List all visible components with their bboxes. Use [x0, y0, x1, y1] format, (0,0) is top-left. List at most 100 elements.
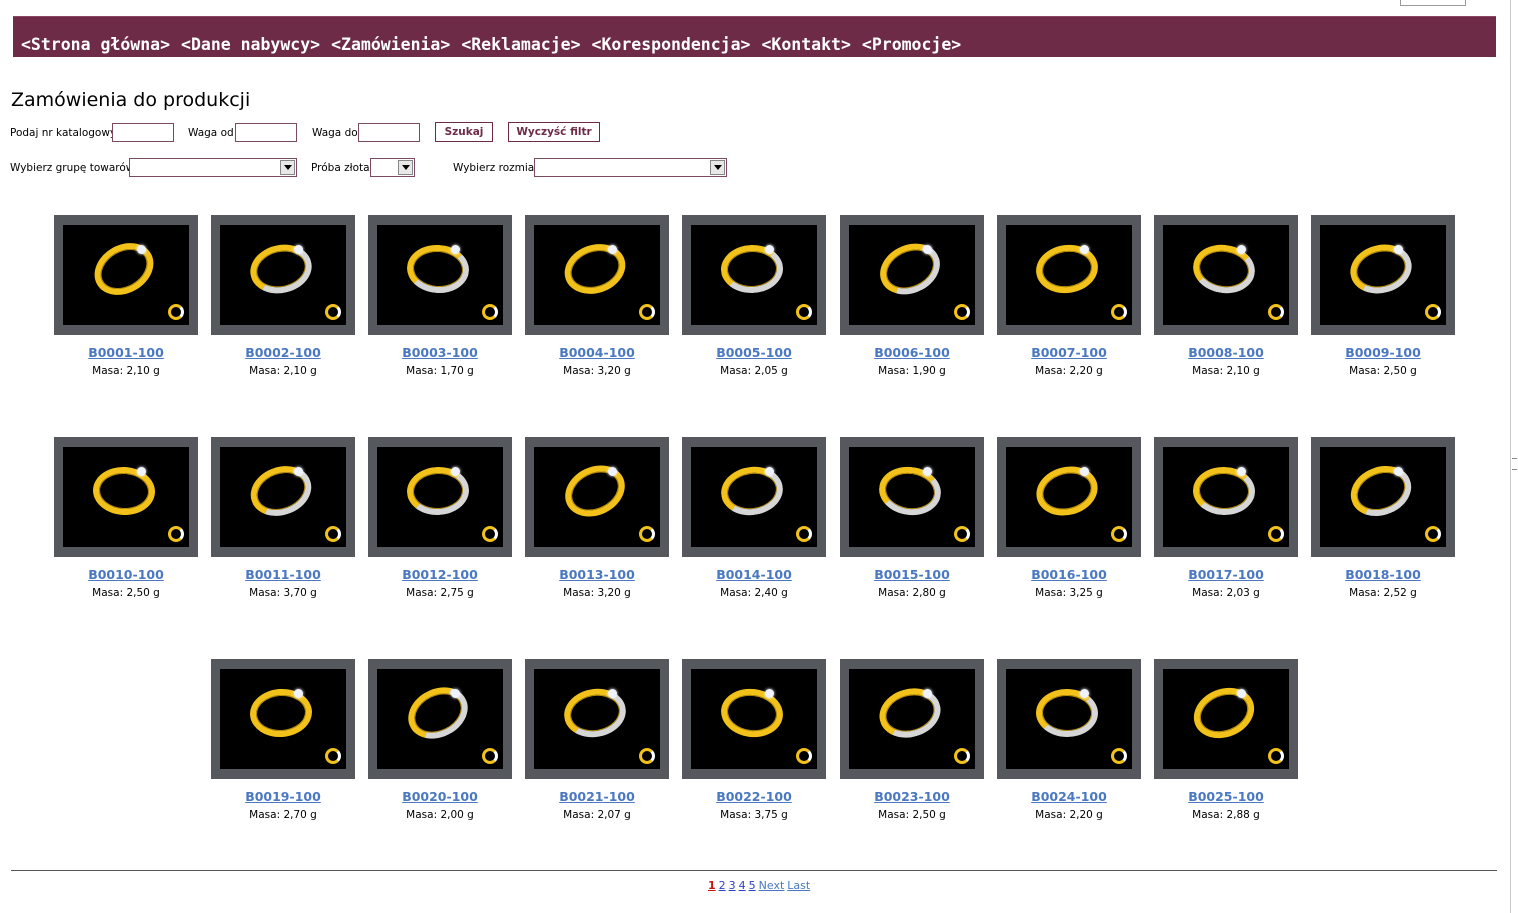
product-image[interactable] [525, 215, 669, 335]
product-image[interactable] [54, 215, 198, 335]
main-menu-bar: <Strona główna> <Dane nabywcy> <Zamówien… [13, 16, 1496, 57]
product-mass: Masa: 3,20 g [563, 365, 631, 377]
page-link[interactable]: 3 [729, 879, 736, 892]
gem-icon [1237, 467, 1246, 476]
menu-item-complaints[interactable]: <Reklamacje> [461, 35, 580, 54]
page-link[interactable]: 4 [739, 879, 746, 892]
product-image[interactable] [997, 659, 1141, 779]
next-page-link[interactable]: Next [759, 879, 785, 892]
product-code-link[interactable]: B0017-100 [1154, 567, 1298, 582]
product-image[interactable] [368, 437, 512, 557]
product-code-link[interactable]: B0021-100 [525, 789, 669, 804]
product-code-link[interactable]: B0018-100 [1311, 567, 1455, 582]
product-image[interactable] [525, 437, 669, 557]
product-mass: Masa: 3,70 g [249, 587, 317, 599]
ring-shape [245, 238, 317, 300]
product-code-link[interactable]: B0010-100 [54, 567, 198, 582]
gem-icon [1394, 467, 1403, 476]
weight-from-input[interactable] [235, 123, 297, 142]
product-code-link[interactable]: B0022-100 [682, 789, 826, 804]
product-code-link[interactable]: B0019-100 [211, 789, 355, 804]
product-image[interactable] [1154, 659, 1298, 779]
product-image[interactable] [211, 215, 355, 335]
search-button[interactable]: Szukaj [435, 122, 493, 142]
product-image[interactable] [1311, 215, 1455, 335]
menu-item-correspondence[interactable]: <Korespondencja> [592, 35, 751, 54]
product-image[interactable] [682, 215, 826, 335]
size-select[interactable] [534, 158, 727, 177]
product-code-link[interactable]: B0012-100 [368, 567, 512, 582]
gem-icon [765, 467, 774, 476]
ring-photo [691, 225, 817, 325]
product-code-link[interactable]: B0006-100 [840, 345, 984, 360]
product-code-link[interactable]: B0015-100 [840, 567, 984, 582]
page-link[interactable]: 5 [749, 879, 756, 892]
brand-logo-icon [1111, 526, 1127, 542]
product-code-link[interactable]: B0025-100 [1154, 789, 1298, 804]
product-image[interactable] [525, 659, 669, 779]
ring-photo [377, 447, 503, 547]
brand-logo-icon [639, 526, 655, 542]
product-image[interactable] [1154, 437, 1298, 557]
clear-filter-button[interactable]: Wyczyść filtr [508, 122, 600, 142]
product-code-link[interactable]: B0003-100 [368, 345, 512, 360]
product-image[interactable] [682, 437, 826, 557]
ring-shape [1030, 459, 1104, 523]
product-code-link[interactable]: B0002-100 [211, 345, 355, 360]
product-image[interactable] [840, 215, 984, 335]
product-image[interactable] [840, 437, 984, 557]
product-card: B0005-100 Masa: 2,05 g [682, 215, 826, 377]
chevron-down-icon [398, 160, 413, 175]
product-image[interactable] [54, 437, 198, 557]
ring-shape [1189, 240, 1259, 298]
gold-grade-select[interactable] [370, 158, 415, 177]
last-page-link[interactable]: Last [787, 879, 810, 892]
scrollbar-grip[interactable] [1512, 458, 1517, 470]
product-image[interactable] [1311, 437, 1455, 557]
weight-to-input[interactable] [358, 123, 420, 142]
gem-icon [765, 689, 774, 698]
product-image[interactable] [682, 659, 826, 779]
product-image[interactable] [1154, 215, 1298, 335]
product-code-link[interactable]: B0001-100 [54, 345, 198, 360]
product-image[interactable] [997, 215, 1141, 335]
product-image[interactable] [840, 659, 984, 779]
product-mass: Masa: 2,40 g [720, 587, 788, 599]
product-image[interactable] [368, 659, 512, 779]
product-code-link[interactable]: B0013-100 [525, 567, 669, 582]
product-card: B0017-100 Masa: 2,03 g [1154, 437, 1298, 599]
product-code-link[interactable]: B0016-100 [997, 567, 1141, 582]
product-code-link[interactable]: B0007-100 [997, 345, 1141, 360]
menu-item-orders[interactable]: <Zamówienia> [331, 35, 450, 54]
product-code-link[interactable]: B0009-100 [1311, 345, 1455, 360]
catalog-number-input[interactable] [112, 123, 174, 142]
product-code-link[interactable]: B0004-100 [525, 345, 669, 360]
product-code-link[interactable]: B0023-100 [840, 789, 984, 804]
ring-shape [717, 462, 787, 520]
menu-item-buyer-data[interactable]: <Dane nabywcy> [181, 35, 320, 54]
product-code-link[interactable]: B0011-100 [211, 567, 355, 582]
gem-icon [294, 245, 303, 254]
product-code-link[interactable]: B0014-100 [682, 567, 826, 582]
page-link-current[interactable]: 1 [708, 879, 716, 892]
product-group-label: Wybierz grupę towarów [10, 162, 135, 174]
product-code-link[interactable]: B0005-100 [682, 345, 826, 360]
menu-item-home[interactable]: <Strona główna> [21, 35, 170, 54]
product-image[interactable] [211, 659, 355, 779]
ring-photo [1163, 447, 1289, 547]
menu-item-contact[interactable]: <Kontakt> [761, 35, 850, 54]
ring-photo [691, 669, 817, 769]
product-image[interactable] [211, 437, 355, 557]
brand-logo-icon [1268, 526, 1284, 542]
product-code-link[interactable]: B0008-100 [1154, 345, 1298, 360]
product-image[interactable] [368, 215, 512, 335]
product-code-link[interactable]: B0020-100 [368, 789, 512, 804]
gem-icon [608, 245, 617, 254]
product-code-link[interactable]: B0024-100 [997, 789, 1141, 804]
page-title: Zamówienia do produkcji [11, 89, 251, 111]
gem-icon [294, 467, 303, 476]
product-group-select[interactable] [129, 158, 297, 177]
menu-item-promotions[interactable]: <Promocje> [862, 35, 961, 54]
page-link[interactable]: 2 [719, 879, 726, 892]
product-image[interactable] [997, 437, 1141, 557]
